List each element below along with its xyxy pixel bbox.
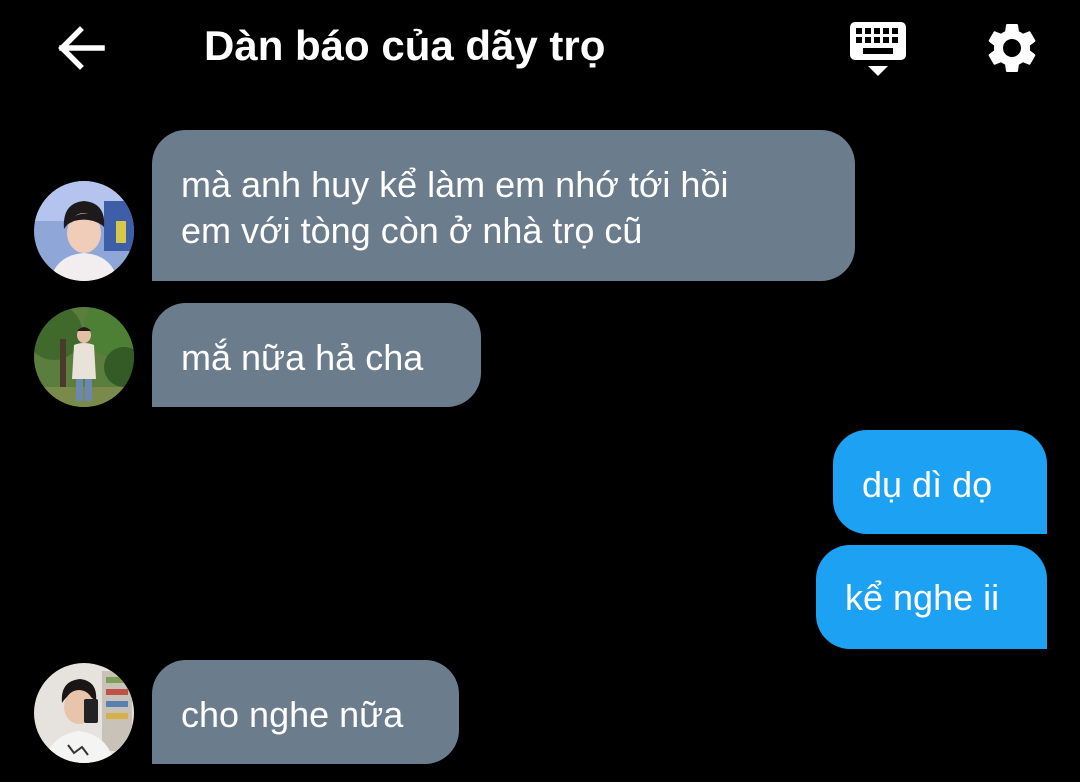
arrow-left-icon	[58, 26, 105, 70]
avatar-1-image	[34, 181, 134, 281]
message-text: mắ nữa hả cha	[181, 337, 424, 378]
conversation-title: Dàn báo của dãy trọ	[204, 22, 606, 69]
avatar-3-image	[34, 663, 134, 763]
message-bubble-outgoing[interactable]: dụ dì dọ	[833, 430, 1047, 534]
chat-screen: Dàn báo của dãy trọ mà anh huy kể làm em…	[0, 0, 1080, 782]
settings-button[interactable]	[980, 16, 1044, 80]
message-bubble-incoming[interactable]: mà anh huy kể làm em nhớ tới hồi em với …	[152, 130, 855, 281]
avatar[interactable]	[34, 181, 134, 281]
message-text: kể nghe ii	[845, 577, 1000, 618]
message-text: dụ dì dọ	[862, 464, 993, 505]
back-button[interactable]	[50, 22, 110, 74]
gear-icon	[988, 23, 1036, 72]
message-text: mà anh huy kể làm em nhớ tới hồi	[181, 164, 729, 205]
keyboard-toggle-button[interactable]	[846, 18, 910, 82]
message-bubble-incoming[interactable]: cho nghe nữa	[152, 660, 459, 764]
avatar[interactable]	[34, 663, 134, 763]
keyboard-hide-icon	[850, 22, 906, 76]
message-bubble-incoming[interactable]: mắ nữa hả cha	[152, 303, 481, 407]
message-bubble-outgoing[interactable]: kể nghe ii	[816, 545, 1047, 649]
avatar[interactable]	[34, 307, 134, 407]
message-text: em với tòng còn ở nhà trọ cũ	[181, 210, 643, 251]
avatar-2-image	[34, 307, 134, 407]
message-text: cho nghe nữa	[181, 694, 404, 735]
